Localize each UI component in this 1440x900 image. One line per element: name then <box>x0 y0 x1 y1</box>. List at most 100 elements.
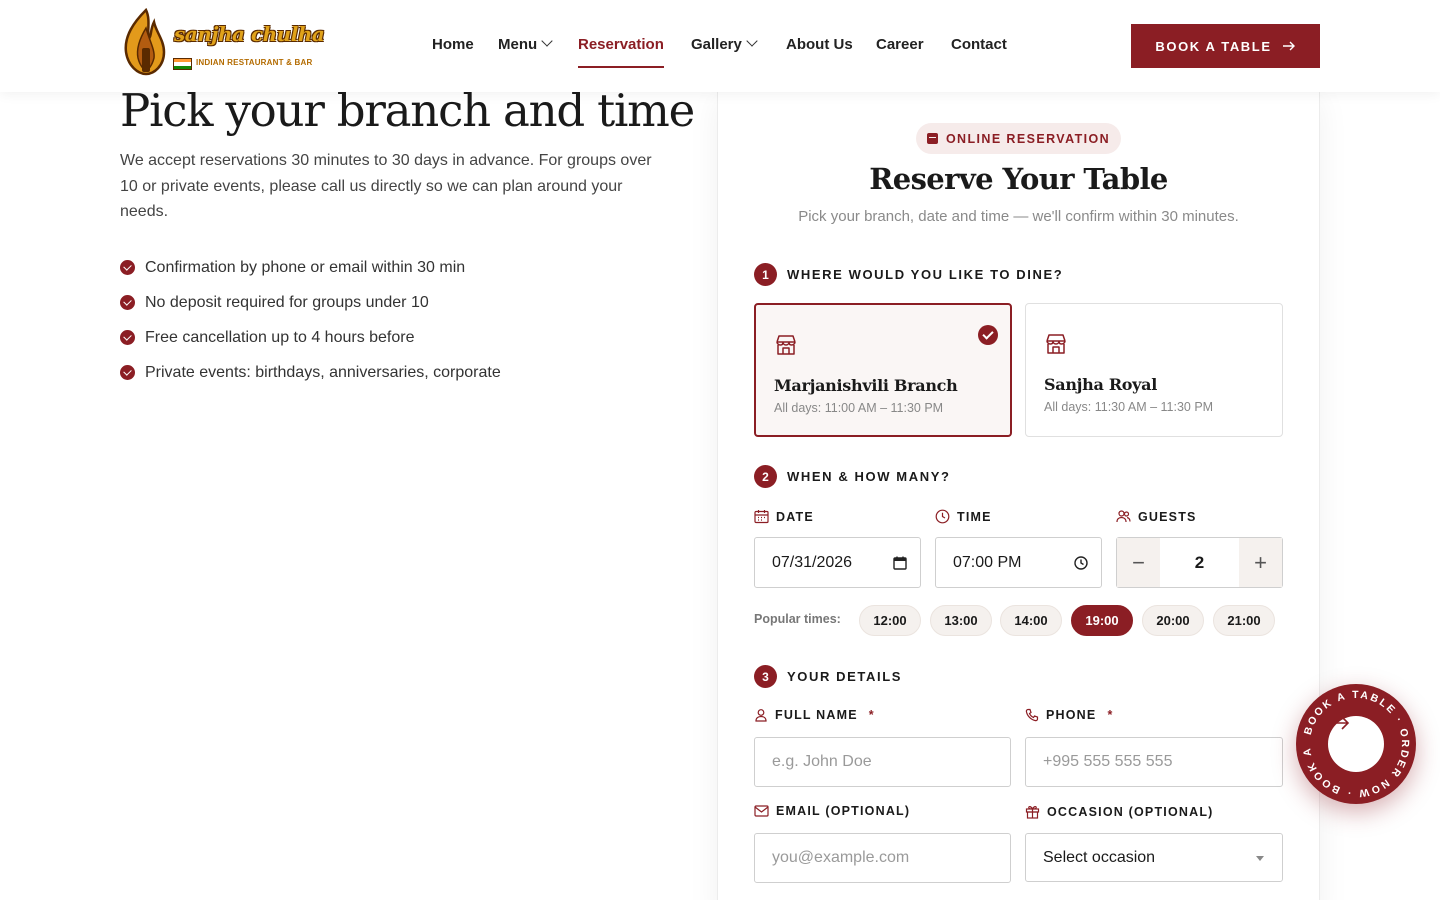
branch-name: Marjanishvili Branch <box>774 376 958 395</box>
clock-picker-icon[interactable] <box>1073 555 1089 571</box>
required-marker: * <box>1107 708 1114 722</box>
email-placeholder: you@example.com <box>772 849 910 866</box>
time-chip[interactable]: 14:00 <box>1000 605 1062 636</box>
nav-reservation-label: Reservation <box>578 36 664 53</box>
date-label: DATE <box>754 509 814 524</box>
guests-label: GUESTS <box>1116 509 1197 524</box>
occasion-select[interactable]: Select occasion <box>1025 833 1283 882</box>
step-2-heading: 2 WHEN & HOW MANY? <box>754 465 951 488</box>
arrow-right-icon <box>1282 41 1295 51</box>
chevron-down-icon <box>541 35 553 47</box>
occasion-label: OCCASION (OPTIONAL) <box>1025 804 1214 819</box>
step-number: 3 <box>754 665 777 688</box>
step-number: 1 <box>754 263 777 286</box>
time-label: TIME <box>935 509 992 524</box>
feature-list: Confirmation by phone or email within 30… <box>120 250 501 390</box>
calendar-icon <box>926 133 938 144</box>
increment-button[interactable]: + <box>1239 538 1282 587</box>
check-circle-icon <box>120 365 135 380</box>
nav-contact-label: Contact <box>951 36 1007 53</box>
feature-text: Private events: birthdays, anniversaries… <box>145 363 501 381</box>
branch-hours: All days: 11:30 AM – 11:30 PM <box>1044 400 1214 414</box>
form-subtitle: Pick your branch, date and time — we'll … <box>798 208 1239 225</box>
nav-contact[interactable]: Contact <box>951 36 1007 53</box>
full-name-placeholder: e.g. John Doe <box>772 753 872 770</box>
feature-text: Free cancellation up to 4 hours before <box>145 328 415 346</box>
branch-card-marjanishvili[interactable]: Marjanishvili Branch All days: 11:00 AM … <box>754 303 1012 437</box>
time-chip-selected[interactable]: 19:00 <box>1071 605 1133 636</box>
nav-career[interactable]: Career <box>876 36 924 53</box>
branch-card-sanjha-royal[interactable]: Sanjha Royal All days: 11:30 AM – 11:30 … <box>1025 303 1283 437</box>
full-name-label-text: FULL NAME <box>775 708 858 722</box>
flame-logo-icon <box>124 8 166 76</box>
nav-gallery[interactable]: Gallery <box>691 35 758 53</box>
branch-name: Sanjha Royal <box>1044 375 1158 394</box>
guests-stepper: − 2 + <box>1116 537 1283 588</box>
phone-label-text: PHONE <box>1046 708 1097 722</box>
book-table-button[interactable]: BOOK A TABLE <box>1131 24 1320 68</box>
calendar-picker-icon[interactable] <box>892 555 908 571</box>
phone-field[interactable]: +995 555 555 555 <box>1025 737 1283 787</box>
envelope-icon <box>754 805 769 817</box>
time-value: 07:00 PM <box>953 553 1022 571</box>
india-flag-icon <box>173 58 192 70</box>
step-number: 2 <box>754 465 777 488</box>
store-icon <box>1046 334 1066 354</box>
caret-down-icon <box>1256 856 1264 861</box>
full-name-field[interactable]: e.g. John Doe <box>754 737 1011 787</box>
fab-arrow-circle[interactable] <box>1328 716 1384 772</box>
time-chip[interactable]: 21:00 <box>1213 605 1275 636</box>
check-circle-icon <box>120 260 135 275</box>
email-label: EMAIL (OPTIONAL) <box>754 804 910 818</box>
floating-book-table-button[interactable]: BOOK A TABLE · ORDER NOW · BOOK A TABLE … <box>1296 684 1416 804</box>
book-table-label: BOOK A TABLE <box>1155 38 1272 54</box>
occasion-value: Select occasion <box>1043 848 1156 866</box>
nav-about-us[interactable]: About Us <box>786 36 853 53</box>
nav-reservation[interactable]: Reservation <box>578 36 664 68</box>
required-marker: * <box>868 708 875 722</box>
nav-menu[interactable]: Menu <box>498 35 553 53</box>
phone-placeholder: +995 555 555 555 <box>1043 753 1173 770</box>
step-1-heading: 1 WHERE WOULD YOU LIKE TO DINE? <box>754 263 1063 286</box>
site-logo[interactable]: sanjha chulha INDIAN RESTAURANT & BAR <box>120 8 325 78</box>
nav-career-label: Career <box>876 36 924 53</box>
date-value: 07/31/2026 <box>772 553 853 571</box>
branch-hours: All days: 11:00 AM – 11:30 PM <box>774 401 944 415</box>
list-item: Free cancellation up to 4 hours before <box>120 320 501 355</box>
gift-icon <box>1025 805 1040 819</box>
time-chip[interactable]: 20:00 <box>1142 605 1204 636</box>
time-chip[interactable]: 13:00 <box>930 605 992 636</box>
occasion-label-text: OCCASION (OPTIONAL) <box>1047 804 1214 819</box>
popular-times-label: Popular times: <box>754 612 841 626</box>
phone-label: PHONE * <box>1025 708 1114 722</box>
decrement-button[interactable]: − <box>1117 538 1160 587</box>
chevron-down-icon <box>746 35 758 47</box>
step-3-heading: 3 YOUR DETAILS <box>754 665 902 688</box>
nav-home[interactable]: Home <box>432 36 474 53</box>
check-circle-icon <box>120 330 135 345</box>
email-field[interactable]: you@example.com <box>754 833 1011 883</box>
step-label: WHEN & HOW MANY? <box>787 469 951 484</box>
logo-tagline: INDIAN RESTAURANT & BAR <box>196 58 313 67</box>
email-label-text: EMAIL (OPTIONAL) <box>776 804 911 818</box>
time-chip[interactable]: 12:00 <box>859 605 921 636</box>
calendar-icon <box>754 510 769 524</box>
selected-check-icon <box>978 325 998 345</box>
date-input[interactable]: 07/31/2026 <box>754 537 921 588</box>
guests-value[interactable]: 2 <box>1160 538 1239 587</box>
step-label: YOUR DETAILS <box>787 669 903 684</box>
clock-icon <box>935 509 950 524</box>
site-header: sanjha chulha INDIAN RESTAURANT & BAR Ho… <box>0 0 1440 92</box>
store-icon <box>776 335 796 355</box>
check-circle-icon <box>120 295 135 310</box>
form-title: Reserve Your Table <box>869 162 1168 196</box>
time-label-text: TIME <box>957 509 992 524</box>
intro-text: We accept reservations 30 minutes to 30 … <box>120 152 652 220</box>
time-input[interactable]: 07:00 PM <box>935 537 1102 588</box>
list-item: Private events: birthdays, anniversaries… <box>120 355 501 390</box>
badge-label: ONLINE RESERVATION <box>945 131 1111 146</box>
nav-gallery-label: Gallery <box>691 36 742 53</box>
users-icon <box>1116 510 1131 523</box>
arrow-right-icon <box>1329 716 1350 730</box>
nav-menu-label: Menu <box>498 36 538 53</box>
